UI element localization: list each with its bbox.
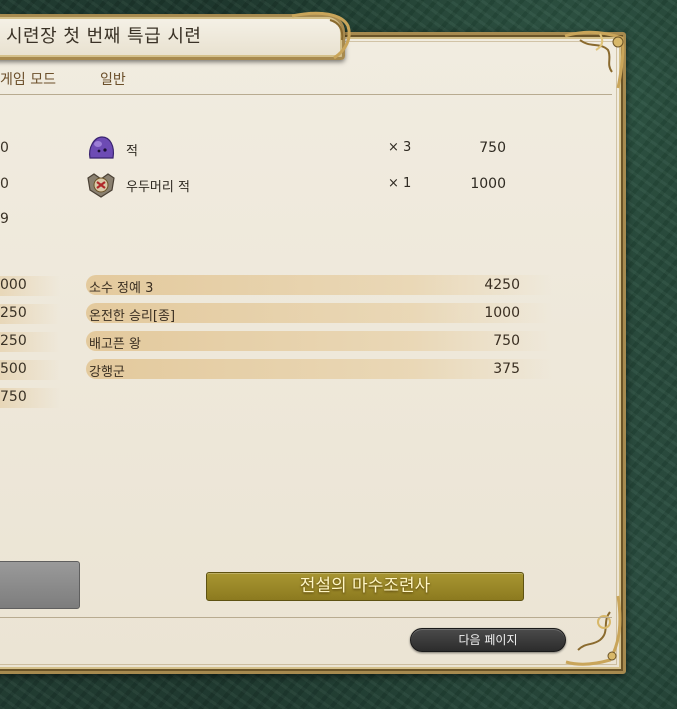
left-value: 000 [0,277,27,293]
left-value: 0 [0,140,9,156]
corner-ornament-icon [565,595,622,666]
enemy-row: 우두머리 적 × 1 1000 [86,170,526,198]
bonus-score: 4250 [484,277,520,293]
bonus-score: 750 [493,333,520,349]
enemy-name: 우두머리 적 [126,180,190,195]
bonus-name: 온전한 승리[종] [89,309,176,324]
enemy-count: × 3 [388,140,412,155]
enemy-row: 적 × 3 750 [86,134,526,162]
award-title-banner: 전설의 마수조련사 [206,572,524,601]
enemy-count: × 1 [388,176,412,191]
bonus-row: 강행군 375 [86,359,552,380]
game-mode-value: 일반 [100,72,126,88]
game-mode-label: 게임 모드 [0,72,56,88]
next-page-button[interactable]: 다음 페이지 [410,628,566,652]
enemy-score: 750 [479,140,506,156]
enemy-name: 적 [126,144,138,159]
title-ornament-icon [291,11,351,60]
left-value: 750 [0,389,27,405]
bonus-row: 온전한 승리[종] 1000 [86,303,552,324]
left-action-button[interactable] [0,561,80,609]
divider [0,94,612,95]
enemy-score: 1000 [470,176,506,192]
divider [0,617,612,618]
page-title: 시련장 첫 번째 특급 시련 [6,26,202,47]
bonus-row: 소수 정예 3 4250 [86,275,552,296]
bonus-name: 소수 정예 3 [89,281,154,296]
corner-ornament-icon [564,30,625,89]
left-value: 250 [0,333,27,349]
bonus-row: 배고픈 왕 750 [86,331,552,352]
left-value: 500 [0,361,27,377]
bonus-score: 375 [493,361,520,377]
left-value: 0 [0,176,9,192]
bonus-score: 1000 [484,305,520,321]
bonus-name: 배고픈 왕 [89,337,141,352]
left-value: 250 [0,305,27,321]
masked-enemy-icon [87,173,115,198]
left-value: 9 [0,211,9,227]
bonus-name: 강행군 [89,365,125,380]
purple-slime-icon [89,136,115,159]
